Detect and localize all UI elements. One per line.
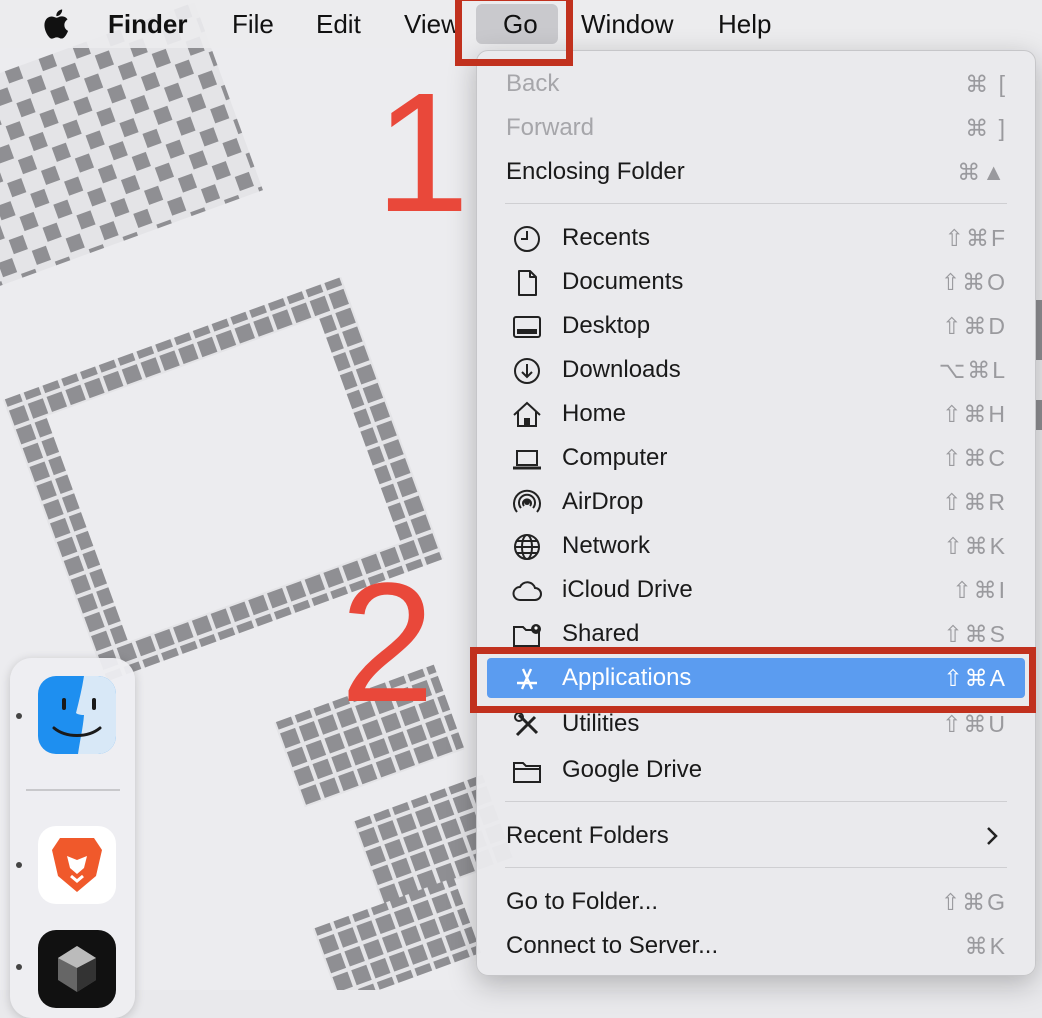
shortcut-text: ⇧⌘K [943, 533, 1007, 559]
download-icon [511, 355, 543, 387]
shortcut-text: ⌘▲ [957, 159, 1007, 185]
menu-separator [505, 801, 1007, 802]
menu-item-downloads[interactable]: Downloads ⌥⌘L [487, 350, 1025, 390]
shortcut-text: ⇧⌘U [942, 711, 1007, 737]
laptop-icon [511, 443, 543, 475]
menu-item-icloud-drive[interactable]: iCloud Drive ⇧⌘I [487, 570, 1025, 610]
dark-app-icon[interactable] [38, 930, 116, 1008]
menu-item-recent-folders[interactable]: Recent Folders [487, 816, 1025, 856]
shortcut-text: ⇧⌘O [940, 269, 1007, 295]
step-1-label: 1 [375, 58, 470, 248]
menu-item-enclosing-folder[interactable]: Enclosing Folder ⌘▲ [487, 152, 1025, 192]
cloud-icon [511, 575, 543, 607]
step-2-label: 2 [340, 548, 435, 738]
menu-item-home[interactable]: Home ⇧⌘H [487, 394, 1025, 434]
folder-icon [511, 755, 543, 787]
menu-item-forward[interactable]: Forward ⌘ ] [487, 108, 1025, 148]
menu-item-label: Back [506, 70, 560, 97]
menu-item-connect-to-server[interactable]: Connect to Server... ⌘K [487, 926, 1025, 966]
dock-separator [26, 789, 120, 791]
shortcut-text: ⌘ [ [965, 71, 1007, 97]
shortcut-text: ⌥⌘L [938, 357, 1007, 383]
go-menu-dropdown: Back ⌘ [ Forward ⌘ ] Enclosing Folder ⌘▲… [476, 50, 1036, 976]
menu-item-desktop[interactable]: Desktop ⇧⌘D [487, 306, 1025, 346]
menu-item-label: Google Drive [562, 756, 703, 783]
menu-item-label: Computer [562, 444, 668, 471]
menu-item-label: Documents [562, 268, 684, 295]
menu-item-label: AirDrop [562, 488, 644, 515]
dock [10, 658, 135, 1018]
menu-help[interactable]: Help [718, 8, 771, 40]
airdrop-icon [511, 487, 543, 519]
menu-edit[interactable]: Edit [316, 8, 361, 40]
document-icon [511, 267, 543, 299]
menu-item-airdrop[interactable]: AirDrop ⇧⌘R [487, 482, 1025, 522]
menu-item-back[interactable]: Back ⌘ [ [487, 64, 1025, 104]
menu-item-documents[interactable]: Documents ⇧⌘O [487, 262, 1025, 302]
menu-item-label: Recents [562, 224, 651, 251]
shortcut-text: ⇧⌘R [942, 489, 1007, 515]
chevron-right-icon [987, 827, 998, 845]
shortcut-text: ⇧⌘F [944, 225, 1007, 251]
menu-item-recents[interactable]: Recents ⇧⌘F [487, 218, 1025, 258]
applications-annotation-box [470, 647, 1036, 713]
menu-item-label: Home [562, 400, 627, 427]
menu-item-go-to-folder[interactable]: Go to Folder... ⇧⌘G [487, 882, 1025, 922]
menu-item-label: iCloud Drive [562, 576, 693, 603]
menu-window[interactable]: Window [581, 8, 673, 40]
menu-item-network[interactable]: Network ⇧⌘K [487, 526, 1025, 566]
apple-logo-icon[interactable] [40, 8, 70, 40]
home-icon [511, 399, 543, 431]
menu-separator [505, 203, 1007, 204]
menu-view[interactable]: View [404, 8, 460, 40]
running-indicator [16, 964, 22, 970]
running-indicator [16, 862, 22, 868]
menu-item-label: Shared [562, 620, 640, 647]
shortcut-text: ⌘ ] [965, 115, 1007, 141]
shortcut-text: ⇧⌘C [942, 445, 1007, 471]
running-indicator [16, 713, 22, 719]
menu-item-label: Recent Folders [506, 822, 669, 849]
globe-icon [511, 531, 543, 563]
menu-item-label: Utilities [562, 710, 640, 737]
go-menu-annotation-box [455, 0, 573, 66]
shortcut-text: ⇧⌘I [952, 577, 1007, 603]
shortcut-text: ⇧⌘D [942, 313, 1007, 339]
shortcut-text: ⇧⌘S [943, 621, 1007, 647]
brave-browser-icon[interactable] [38, 826, 116, 904]
menu-item-label: Connect to Server... [506, 932, 719, 959]
shortcut-text: ⌘K [964, 933, 1007, 959]
clock-icon [511, 223, 543, 255]
menu-item-label: Enclosing Folder [506, 158, 685, 185]
desktop-icon [511, 311, 543, 343]
menu-file[interactable]: File [232, 8, 274, 40]
menu-item-label: Forward [506, 114, 595, 141]
finder-icon[interactable] [38, 676, 116, 754]
menu-separator [505, 867, 1007, 868]
menu-finder[interactable]: Finder [108, 8, 187, 40]
menu-item-label: Downloads [562, 356, 681, 383]
shortcut-text: ⇧⌘H [942, 401, 1007, 427]
menu-item-label: Go to Folder... [506, 888, 659, 915]
menu-item-label: Desktop [562, 312, 651, 339]
menu-item-computer[interactable]: Computer ⇧⌘C [487, 438, 1025, 478]
menu-item-label: Network [562, 532, 651, 559]
tools-icon [511, 709, 543, 741]
shortcut-text: ⇧⌘G [940, 889, 1007, 915]
menu-item-google-drive[interactable]: Google Drive [487, 750, 1025, 790]
